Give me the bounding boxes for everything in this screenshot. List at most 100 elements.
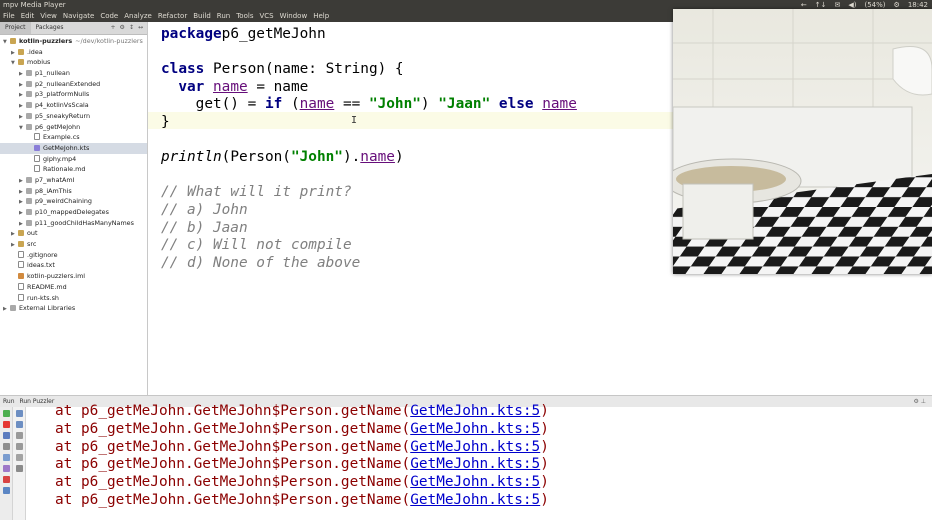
code-line[interactable]: var name = name [161, 79, 577, 97]
tree-item-label: p1_nullean [35, 69, 70, 78]
tree-item[interactable]: ▶ src [0, 239, 147, 250]
print-icon[interactable] [15, 454, 23, 461]
code-line[interactable]: println(Person("John").name) [161, 149, 577, 167]
close-icon[interactable] [2, 476, 10, 483]
stop-icon[interactable] [2, 421, 10, 428]
code-token: "John" [290, 149, 343, 166]
tree-item[interactable]: ▶ p3_platformNulls [0, 89, 147, 100]
code-area[interactable]: packagep6_getMeJohnclass Person(name: St… [161, 26, 577, 272]
tree-item[interactable]: ▶ p9_weirdChaining [0, 196, 147, 207]
menu-refactor[interactable]: Refactor [155, 10, 190, 22]
run-panel: at p6_getMeJohn.GetMeJohn$Person.getName… [0, 403, 932, 520]
text-cursor-icon: I [351, 115, 358, 126]
pin-icon[interactable] [2, 465, 10, 472]
code-line[interactable]: // b) Jaan [161, 220, 577, 238]
gear-icon[interactable]: ⚙ [120, 22, 125, 34]
tree-item-label: p3_platformNulls [35, 90, 90, 99]
code-line[interactable]: packagep6_getMeJohn [161, 26, 577, 44]
pause-icon[interactable] [2, 432, 10, 439]
source-link[interactable]: GetMeJohn.kts:5 [410, 403, 540, 419]
tree-item[interactable]: ▶ p5_sneakyReturn [0, 111, 147, 122]
tree-item[interactable]: ▶ p7_whatAmI [0, 175, 147, 186]
run-label[interactable]: Run [0, 398, 15, 405]
tab-packages[interactable]: Packages [31, 22, 69, 34]
menu-tools[interactable]: Tools [233, 10, 256, 22]
collapsed-arrow-icon[interactable]: ▶ [3, 304, 10, 315]
clear-icon[interactable] [15, 465, 23, 472]
tree-item[interactable]: ▶ .idea [0, 47, 147, 58]
code-line[interactable]: // What will it print? [161, 184, 577, 202]
source-link[interactable]: GetMeJohn.kts:5 [410, 439, 540, 455]
menu-build[interactable]: Build [190, 10, 214, 22]
source-link[interactable]: GetMeJohn.kts:5 [410, 456, 540, 472]
code-line[interactable]: class Person(name: String) { [161, 61, 577, 79]
code-line[interactable]: get() = if (name == "John") "Jaan" else … [161, 96, 577, 114]
code-line[interactable] [161, 132, 577, 150]
project-path: ~/dev/kotlin-puzzlers [75, 37, 143, 45]
tree-item[interactable]: run-kts.sh [0, 293, 147, 304]
soft-wrap-icon[interactable] [15, 432, 23, 439]
layout-icon[interactable] [2, 454, 10, 461]
menu-vcs[interactable]: VCS [256, 10, 276, 22]
tree-item[interactable]: ▼ mobius [0, 57, 147, 68]
collapse-icon[interactable]: ↕ [129, 22, 134, 34]
source-link[interactable]: GetMeJohn.kts:5 [410, 474, 540, 490]
source-link[interactable]: GetMeJohn.kts:5 [410, 492, 540, 508]
add-icon[interactable]: + [111, 22, 116, 34]
code-line[interactable]: } [161, 114, 577, 132]
rerun-icon[interactable] [2, 410, 10, 417]
tree-item[interactable]: ▼ kotlin-puzzlers ~/dev/kotlin-puzzlers [0, 36, 147, 47]
tree-item[interactable]: giphy.mp4 [0, 154, 147, 165]
run-settings-icon[interactable]: ⚙ ⊥ [910, 396, 926, 407]
tree-item[interactable]: kotlin-puzzlers.iml [0, 271, 147, 282]
run-config-tab[interactable]: Run Puzzler [16, 398, 54, 405]
tree-item[interactable]: ideas.txt [0, 260, 147, 271]
menu-window[interactable]: Window [277, 10, 311, 22]
tree-item[interactable]: README.md [0, 282, 147, 293]
console-output[interactable]: at p6_getMeJohn.GetMeJohn$Person.getName… [55, 403, 549, 510]
menu-view[interactable]: View [37, 10, 60, 22]
stack-trace-line: at p6_getMeJohn.GetMeJohn$Person.getName… [55, 403, 549, 421]
scroll-up-icon[interactable] [15, 410, 23, 417]
tree-item[interactable]: ▶ p8_iAmThis [0, 186, 147, 197]
menu-navigate[interactable]: Navigate [60, 10, 97, 22]
code-line[interactable]: // d) None of the above [161, 255, 577, 273]
pkg-icon [10, 305, 16, 312]
dump-icon[interactable] [2, 443, 10, 450]
menu-code[interactable]: Code [97, 10, 121, 22]
tree-item[interactable]: ▶ p10_mappedDelegates [0, 207, 147, 218]
pkg-icon [26, 123, 32, 130]
menu-file[interactable]: File [0, 10, 18, 22]
expand-icon[interactable]: ↔ [138, 22, 143, 34]
code-token: ( [282, 96, 300, 113]
code-line[interactable]: // c) Will not compile [161, 237, 577, 255]
stack-trace-text: at p6_getMeJohn.GetMeJohn$Person.getName… [55, 491, 411, 508]
tree-item[interactable]: Example.cs [0, 132, 147, 143]
code-line[interactable]: // a) John [161, 202, 577, 220]
source-link[interactable]: GetMeJohn.kts:5 [410, 421, 540, 437]
tree-item[interactable]: ▶ out [0, 228, 147, 239]
tree-item[interactable]: ▶ p11_goodChildHasManyNames [0, 218, 147, 229]
menu-analyze[interactable]: Analyze [121, 10, 155, 22]
video-player-window[interactable] [673, 9, 932, 274]
tree-item[interactable]: ▼ p6_getMeJohn [0, 122, 147, 133]
menu-edit[interactable]: Edit [18, 10, 38, 22]
pkg-icon [26, 91, 32, 98]
code-line[interactable] [161, 44, 577, 62]
menu-run[interactable]: Run [214, 10, 233, 22]
tree-item[interactable]: Rationale.md [0, 164, 147, 175]
menu-help[interactable]: Help [310, 10, 332, 22]
scroll-to-end-icon[interactable] [15, 443, 23, 450]
file-icon [18, 250, 24, 258]
tab-project[interactable]: Project [0, 22, 31, 34]
tree-item[interactable]: GetMeJohn.kts [0, 142, 147, 154]
tree-item[interactable]: ▶ p4_kotlinVsScala [0, 100, 147, 111]
tree-item[interactable]: ▶ p1_nullean [0, 68, 147, 79]
tree-item[interactable]: .gitignore [0, 250, 147, 261]
stack-trace-suffix: ) [540, 456, 549, 473]
scroll-down-icon[interactable] [15, 421, 23, 428]
tree-item[interactable]: ▶ External Libraries [0, 303, 147, 314]
code-line[interactable] [161, 167, 577, 185]
tree-item[interactable]: ▶ p2_nulleanExtended [0, 79, 147, 90]
help-icon[interactable] [2, 487, 10, 494]
